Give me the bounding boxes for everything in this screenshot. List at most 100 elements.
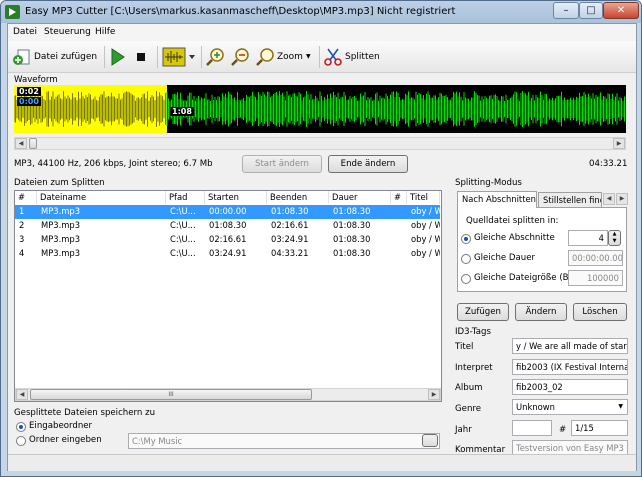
file-info: MP3, 44100 Hz, 206 kbps, Joint stereo; 6… — [14, 159, 213, 169]
tab-scroll-right-icon[interactable]: ▶ — [616, 193, 628, 205]
scroll-thumb[interactable]: III — [30, 389, 312, 400]
column-header[interactable]: Beenden — [267, 191, 329, 204]
table-cell: MP3.mp3 — [41, 220, 81, 230]
radio-input-folder-label: Eingabeordner — [29, 421, 93, 431]
add-file-button[interactable]: Datei zufügen — [12, 46, 102, 68]
menu-bar: Datei Steuerung Hilfe — [8, 24, 636, 41]
files-label: Dateien zum Splitten — [14, 178, 105, 188]
table-row[interactable]: 4 MP3.mp3 C:\U... 03:24.91 04:33.21 01:08.30 o… — [15, 247, 440, 261]
edit-button[interactable]: Ändern — [515, 303, 567, 321]
parts-input[interactable]: 4 — [568, 230, 608, 246]
waveform-display[interactable]: 0:02 0:00 1:08 — [14, 85, 626, 133]
browse-folder-button[interactable] — [422, 434, 438, 447]
column-header[interactable]: Titel — [407, 191, 440, 204]
zoom-in-icon — [206, 48, 224, 66]
chevron-down-icon: ▼ — [306, 53, 311, 60]
radio-custom-folder[interactable] — [16, 436, 26, 446]
zoom-out-button[interactable] — [230, 46, 250, 68]
position-time-label: 0:00 — [17, 97, 41, 106]
table-cell: MP3.mp3 — [41, 248, 81, 258]
folder-input[interactable]: C:\My Music — [128, 433, 440, 449]
stop-icon — [137, 53, 145, 61]
scroll-left-icon[interactable]: ◀ — [15, 138, 27, 149]
waveform-graph — [14, 91, 625, 127]
table-cell: 02:16.61 — [209, 234, 247, 244]
radio-equal-duration-label: Gleiche Dauer — [474, 253, 536, 263]
radio-equal-parts-label: Gleiche Abschnitte — [474, 233, 555, 243]
table-scrollbar[interactable]: ◀ III ▶ — [15, 388, 441, 401]
column-header[interactable]: # — [391, 191, 407, 204]
scroll-right-icon[interactable]: ▶ — [428, 389, 440, 400]
table-cell: 4 — [19, 248, 25, 258]
title-tag-field[interactable]: y / We are all made of stars — [512, 338, 628, 354]
window-title: Easy MP3 Cutter [C:\Users\markus.kasanma… — [25, 6, 456, 17]
delete-button[interactable]: Löschen — [573, 303, 627, 321]
radio-input-folder[interactable] — [16, 422, 26, 432]
title-bar: Easy MP3 Cutter [C:\Users\markus.kasanma… — [1, 1, 641, 23]
client-area: Datei Steuerung Hilfe Datei zufügen Zoom… — [7, 23, 637, 471]
table-cell: C:\U... — [170, 248, 196, 258]
genre-tag-label: Genre — [455, 404, 482, 414]
scroll-left-icon[interactable]: ◀ — [16, 389, 28, 400]
zoom-in-button[interactable] — [205, 46, 225, 68]
zoom-dropdown[interactable]: Zoom ▼ — [255, 46, 315, 68]
table-cell: 01:08.30 — [333, 220, 371, 230]
play-button[interactable] — [108, 46, 128, 68]
waveform-icon — [162, 47, 195, 67]
track-tag-field[interactable]: 1/15 — [571, 420, 628, 436]
table-cell: oby / W — [411, 206, 440, 216]
menu-hilfe[interactable]: Hilfe — [95, 27, 115, 37]
table-cell: oby / W — [411, 234, 440, 244]
album-tag-field[interactable]: fib2003_02 — [512, 379, 628, 395]
menu-datei[interactable]: Datei — [13, 27, 37, 37]
table-row[interactable]: 1 MP3.mp3 C:\U... 00:00.00 01:08.30 01:08.30 o… — [15, 205, 440, 219]
table-cell: 04:33.21 — [271, 248, 309, 258]
table-cell: C:\U... — [170, 220, 196, 230]
stop-button[interactable] — [134, 46, 150, 68]
column-header[interactable]: Pfad — [166, 191, 205, 204]
menu-steuerung[interactable]: Steuerung — [44, 27, 91, 37]
size-input[interactable]: 100000 — [568, 270, 623, 286]
waveform-scrollbar[interactable]: ◀ ▶ — [14, 137, 626, 150]
add-button[interactable]: Zufügen — [457, 303, 509, 321]
tab-scroll-left-icon[interactable]: ◀ — [603, 193, 615, 205]
duration-input[interactable]: 00:00:00.00 — [568, 250, 623, 266]
marker-time-label: 1:08 — [170, 107, 194, 116]
radio-equal-size[interactable] — [461, 274, 471, 284]
year-tag-field[interactable] — [512, 420, 552, 436]
scroll-thumb[interactable] — [29, 138, 37, 149]
tab-sections[interactable]: Nach Abschnitten — [457, 191, 537, 208]
column-header[interactable]: Dateiname — [37, 191, 166, 204]
change-end-button[interactable]: Ende ändern — [328, 155, 408, 173]
table-cell: 01:08.30 — [271, 206, 309, 216]
zoom-icon — [256, 48, 274, 66]
chevron-down-icon: ▼ — [618, 403, 623, 410]
maximize-button[interactable]: □ — [579, 2, 603, 19]
save-label: Gesplittete Dateien speichern zu — [14, 408, 156, 418]
table-cell: 03:24.91 — [271, 234, 309, 244]
column-header[interactable]: Starten — [205, 191, 267, 204]
change-start-button[interactable]: Start ändern — [242, 155, 322, 173]
splitting-tab-panel: Quelldatei splitten in: Gleiche Abschnit… — [457, 207, 627, 292]
year-tag-label: Jahr — [455, 425, 472, 435]
table-row[interactable]: 2 MP3.mp3 C:\U... 01:08.30 02:16.61 01:08.30 o… — [15, 219, 440, 233]
minimize-button[interactable]: – — [553, 2, 579, 19]
close-button[interactable]: ✕ — [603, 2, 639, 19]
table-row[interactable]: 3 MP3.mp3 C:\U... 02:16.61 03:24.91 01:08.30 o… — [15, 233, 440, 247]
id3-label: ID3-Tags — [455, 327, 491, 337]
app-window: Easy MP3 Cutter [C:\Users\markus.kasanma… — [0, 0, 642, 477]
split-button[interactable]: Splitten — [323, 46, 383, 68]
table-cell: C:\U... — [170, 206, 196, 216]
column-header[interactable]: # — [15, 191, 37, 204]
radio-equal-duration[interactable] — [461, 254, 471, 264]
scroll-right-icon[interactable]: ▶ — [613, 138, 625, 149]
genre-select[interactable]: Unknown ▼ — [512, 399, 628, 415]
artist-tag-field[interactable]: fib2003 (IX Festival Internac — [512, 359, 628, 375]
table-cell: 3 — [19, 234, 25, 244]
waveform-view-button[interactable] — [162, 46, 196, 68]
column-header[interactable]: Dauer — [329, 191, 391, 204]
parts-stepper[interactable]: ▲ ▼ — [608, 230, 621, 246]
radio-equal-parts[interactable] — [461, 234, 471, 244]
tab-silence[interactable]: Stillstellen finde — [538, 192, 602, 208]
splitting-mode-label: Splitting-Modus — [455, 178, 522, 188]
